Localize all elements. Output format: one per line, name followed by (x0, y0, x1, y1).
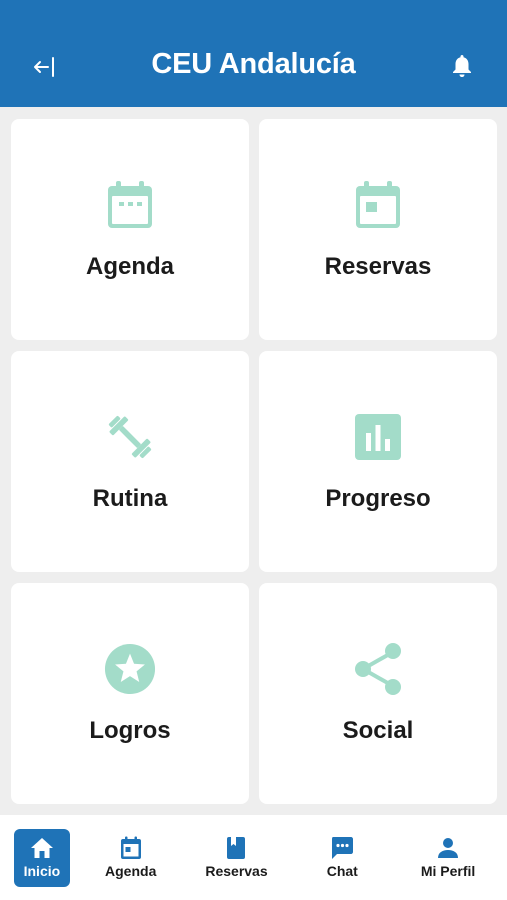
person-icon (438, 838, 459, 858)
nav-label: Mi Perfil (420, 863, 476, 879)
tile-rutina[interactable]: Rutina (11, 351, 249, 572)
home-icon (30, 838, 53, 858)
tile-label: Rutina (92, 485, 168, 512)
tile-agenda[interactable]: Agenda (11, 119, 249, 340)
nav-label: Agenda (105, 863, 157, 879)
notifications-button[interactable] (446, 50, 478, 82)
tile-label: Social (342, 717, 414, 744)
app-header: CEU Andalucía (0, 0, 507, 107)
calendar-icon (120, 836, 141, 859)
page-title: CEU Andalucía (151, 48, 356, 80)
book-icon (227, 837, 246, 859)
nav-item-chat[interactable]: Chat (297, 829, 387, 887)
bottom-nav: Inicio Agenda Reservas Chat Mi Perfil (0, 815, 507, 900)
nav-item-inicio[interactable]: Inicio (13, 828, 70, 887)
tile-label: Agenda (85, 253, 174, 280)
calendar-icon (108, 181, 152, 228)
nav-label: Reservas (205, 863, 268, 879)
tile-reservas[interactable]: Reservas (259, 119, 497, 340)
star-badge-icon (104, 643, 156, 695)
tile-progreso[interactable]: Progreso (259, 351, 497, 572)
calendar-booking-icon (356, 181, 400, 228)
tile-social[interactable]: Social (259, 583, 497, 804)
dumbbell-icon (108, 415, 152, 459)
chat-icon (332, 837, 354, 859)
tile-label: Progreso (325, 485, 431, 512)
share-icon (355, 643, 401, 695)
nav-item-agenda[interactable]: Agenda (86, 829, 176, 887)
tile-label: Reservas (324, 253, 432, 280)
tile-label: Logros (89, 717, 171, 744)
menu-grid: Agenda Reservas Rutina Progreso Logros S… (11, 119, 497, 804)
nav-label: Chat (326, 863, 358, 879)
nav-label: Inicio (23, 863, 61, 879)
bar-chart-icon (355, 414, 401, 460)
tile-logros[interactable]: Logros (11, 583, 249, 804)
bell-icon (453, 55, 471, 77)
nav-item-reservas[interactable]: Reservas (191, 829, 281, 887)
nav-item-mi-perfil[interactable]: Mi Perfil (403, 829, 493, 887)
